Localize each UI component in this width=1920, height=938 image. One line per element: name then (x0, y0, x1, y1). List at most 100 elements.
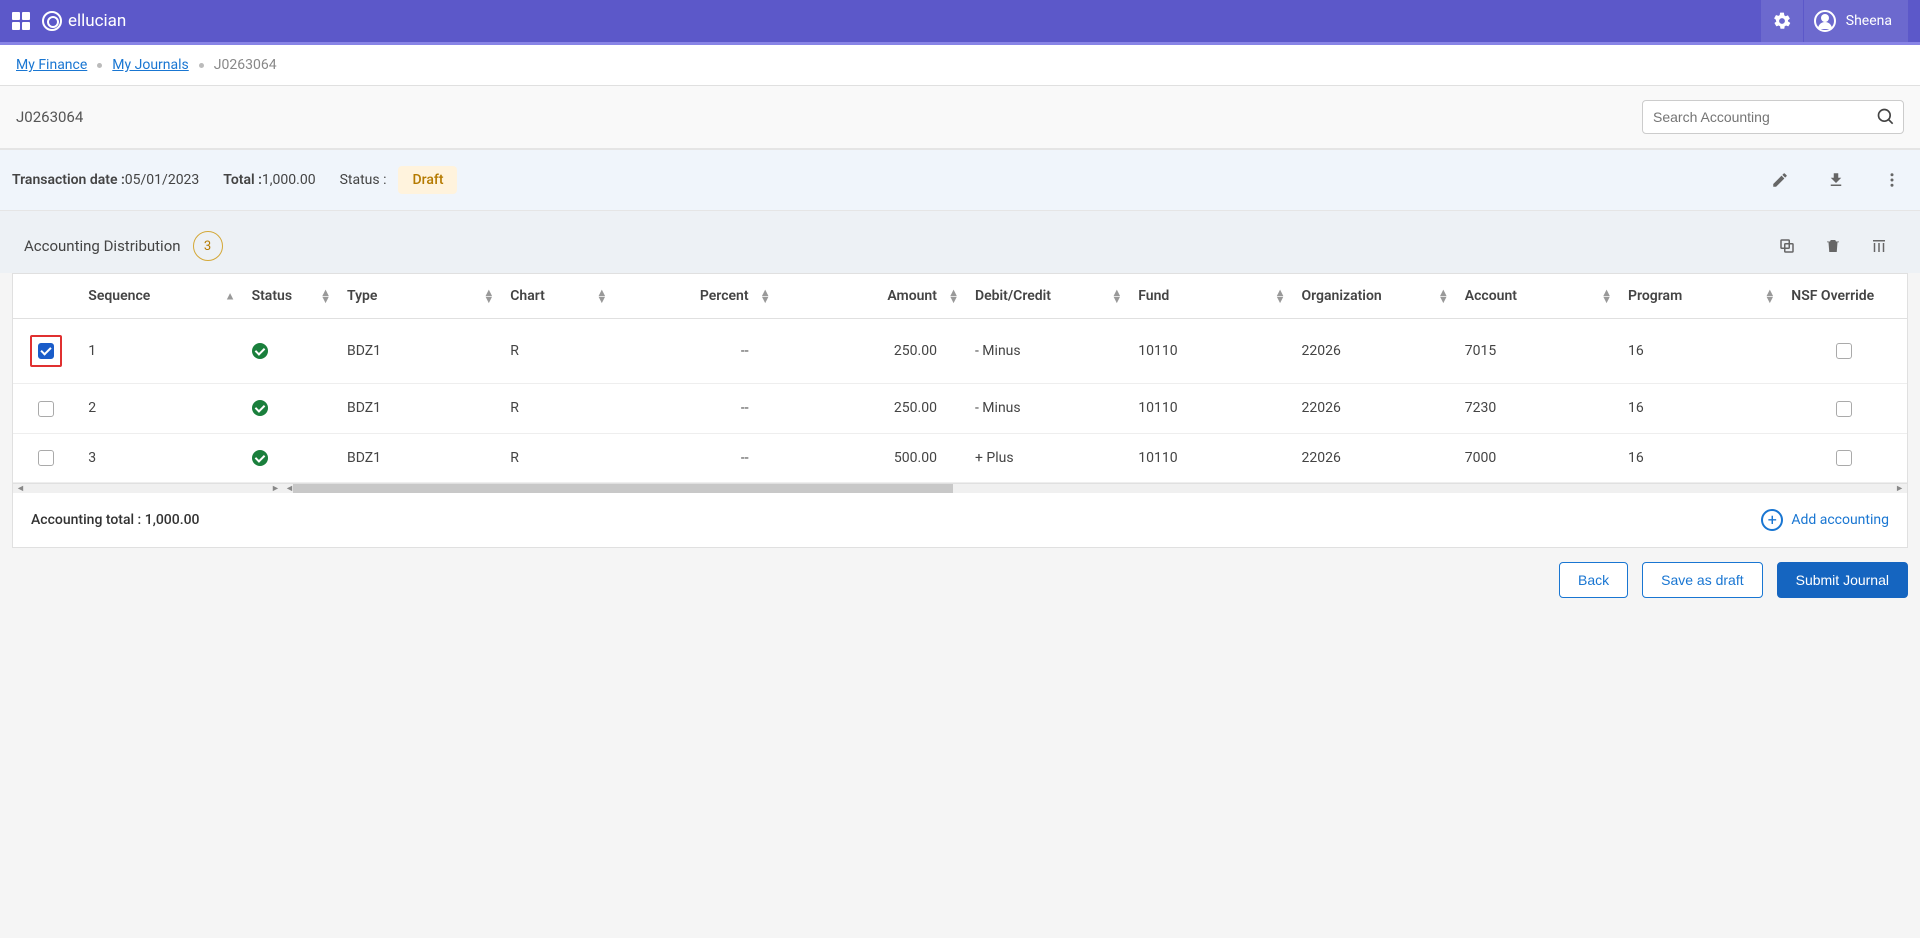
col-organization[interactable]: Organization▲▼ (1292, 274, 1455, 319)
breadcrumb-link-finance[interactable]: My Finance (16, 57, 87, 73)
title-row: J0263064 (0, 86, 1920, 149)
cell-checkbox (13, 384, 78, 433)
row-checkbox[interactable] (38, 401, 54, 417)
trans-date-label: Transaction date : (12, 172, 125, 188)
horizontal-scrollbar[interactable]: ◄ ► ◄ ► (13, 483, 1907, 493)
col-percent[interactable]: Percent▲▼ (613, 274, 776, 319)
gear-icon (1772, 11, 1792, 31)
sort-icon: ▲▼ (483, 289, 494, 303)
sort-icon: ▲▼ (1438, 289, 1449, 303)
col-account[interactable]: Account▲▼ (1455, 274, 1618, 319)
cell-type: BDZ1 (337, 319, 500, 384)
cell-status (242, 319, 337, 384)
breadcrumb-sep-icon (97, 63, 102, 68)
cell-percent: -- (613, 384, 776, 433)
col-status[interactable]: Status▲▼ (242, 274, 337, 319)
sort-icon: ▲▼ (1275, 289, 1286, 303)
sort-icon: ▲▼ (1111, 289, 1122, 303)
cell-chart: R (500, 384, 613, 433)
sort-icon: ▲▼ (1601, 289, 1612, 303)
col-sequence[interactable]: Sequence▲ (78, 274, 241, 319)
cell-amount: 250.00 (777, 319, 965, 384)
brand-name: ellucian (68, 11, 126, 31)
cell-account: 7015 (1455, 319, 1618, 384)
sort-icon: ▲▼ (760, 289, 771, 303)
nsf-checkbox[interactable] (1836, 450, 1852, 466)
sort-icon: ▲▼ (320, 289, 331, 303)
cell-percent: -- (613, 319, 776, 384)
col-debit-credit[interactable]: Debit/Credit▲▼ (965, 274, 1128, 319)
col-fund[interactable]: Fund▲▼ (1128, 274, 1291, 319)
cell-fund: 10110 (1128, 319, 1291, 384)
cell-program: 16 (1618, 319, 1781, 384)
scrollbar-thumb[interactable] (293, 484, 953, 493)
brand[interactable]: ellucian (42, 11, 126, 31)
cell-checkbox (13, 433, 78, 482)
table-row[interactable]: 3 BDZ1 R -- 500.00 + Plus 10110 22026 70… (13, 433, 1907, 482)
cell-fund: 10110 (1128, 433, 1291, 482)
breadcrumb: My Finance My Journals J0263064 (0, 45, 1920, 86)
user-menu-button[interactable]: Sheena (1804, 0, 1908, 42)
cell-status (242, 433, 337, 482)
trans-date-value: 05/01/2023 (125, 172, 200, 188)
nsf-checkbox[interactable] (1836, 343, 1852, 359)
download-icon (1827, 171, 1845, 189)
meta-row: Transaction date :05/01/2023 Total :1,00… (0, 149, 1920, 211)
scroll-right-icon: ► (271, 483, 280, 494)
nsf-checkbox[interactable] (1836, 401, 1852, 417)
page-title: J0263064 (16, 108, 83, 126)
more-button[interactable] (1876, 164, 1908, 196)
col-chart[interactable]: Chart▲▼ (500, 274, 613, 319)
cell-organization: 22026 (1292, 433, 1455, 482)
cell-program: 16 (1618, 384, 1781, 433)
table-scroll[interactable]: Sequence▲ Status▲▼ Type▲▼ Chart▲▼ Percen… (13, 274, 1907, 483)
cell-account: 7230 (1455, 384, 1618, 433)
save-draft-button[interactable]: Save as draft (1642, 562, 1763, 598)
col-nsf[interactable]: NSF Override (1781, 274, 1907, 319)
actions-row: Back Save as draft Submit Journal (0, 548, 1920, 612)
table-row[interactable]: 1 BDZ1 R -- 250.00 - Minus 10110 22026 7… (13, 319, 1907, 384)
edit-button[interactable] (1764, 164, 1796, 196)
status-badge: Draft (398, 166, 457, 194)
trash-icon (1824, 237, 1842, 255)
submit-journal-button[interactable]: Submit Journal (1777, 562, 1908, 598)
apps-icon[interactable] (12, 12, 30, 30)
search-input[interactable] (1642, 100, 1904, 134)
accounting-total: Accounting total : 1,000.00 (31, 512, 200, 528)
cell-checkbox (13, 319, 78, 384)
breadcrumb-link-journals[interactable]: My Journals (112, 57, 188, 73)
cell-chart: R (500, 433, 613, 482)
cell-nsf (1781, 433, 1907, 482)
username: Sheena (1846, 13, 1892, 29)
col-amount[interactable]: Amount▲▼ (777, 274, 965, 319)
copy-button[interactable] (1770, 229, 1804, 263)
row-checkbox[interactable] (38, 343, 54, 359)
col-type[interactable]: Type▲▼ (337, 274, 500, 319)
row-checkbox[interactable] (38, 450, 54, 466)
meta-trans-date: Transaction date :05/01/2023 (12, 172, 199, 188)
table-card: Sequence▲ Status▲▼ Type▲▼ Chart▲▼ Percen… (12, 273, 1908, 548)
pencil-icon (1771, 171, 1789, 189)
table-footer: Accounting total : 1,000.00 + Add accoun… (13, 493, 1907, 547)
sort-icon: ▲▼ (1764, 289, 1775, 303)
accounting-table: Sequence▲ Status▲▼ Type▲▼ Chart▲▼ Percen… (13, 274, 1907, 483)
search-icon[interactable] (1876, 107, 1896, 127)
status-ok-icon (252, 400, 268, 416)
count-badge: 3 (193, 231, 223, 261)
delete-button[interactable] (1816, 229, 1850, 263)
sort-icon: ▲▼ (596, 289, 607, 303)
cell-nsf (1781, 384, 1907, 433)
back-button[interactable]: Back (1559, 562, 1628, 598)
add-accounting-button[interactable]: + Add accounting (1761, 509, 1889, 531)
settings-button[interactable] (1761, 0, 1803, 42)
app-header: ellucian Sheena (0, 0, 1920, 42)
col-program[interactable]: Program▲▼ (1618, 274, 1781, 319)
table-row[interactable]: 2 BDZ1 R -- 250.00 - Minus 10110 22026 7… (13, 384, 1907, 433)
scroll-left-icon: ◄ (16, 483, 25, 494)
columns-button[interactable] (1862, 229, 1896, 263)
brand-logo-icon (42, 11, 62, 31)
table-header-row: Sequence▲ Status▲▼ Type▲▼ Chart▲▼ Percen… (13, 274, 1907, 319)
download-button[interactable] (1820, 164, 1852, 196)
search-wrap (1642, 100, 1904, 134)
cell-fund: 10110 (1128, 384, 1291, 433)
